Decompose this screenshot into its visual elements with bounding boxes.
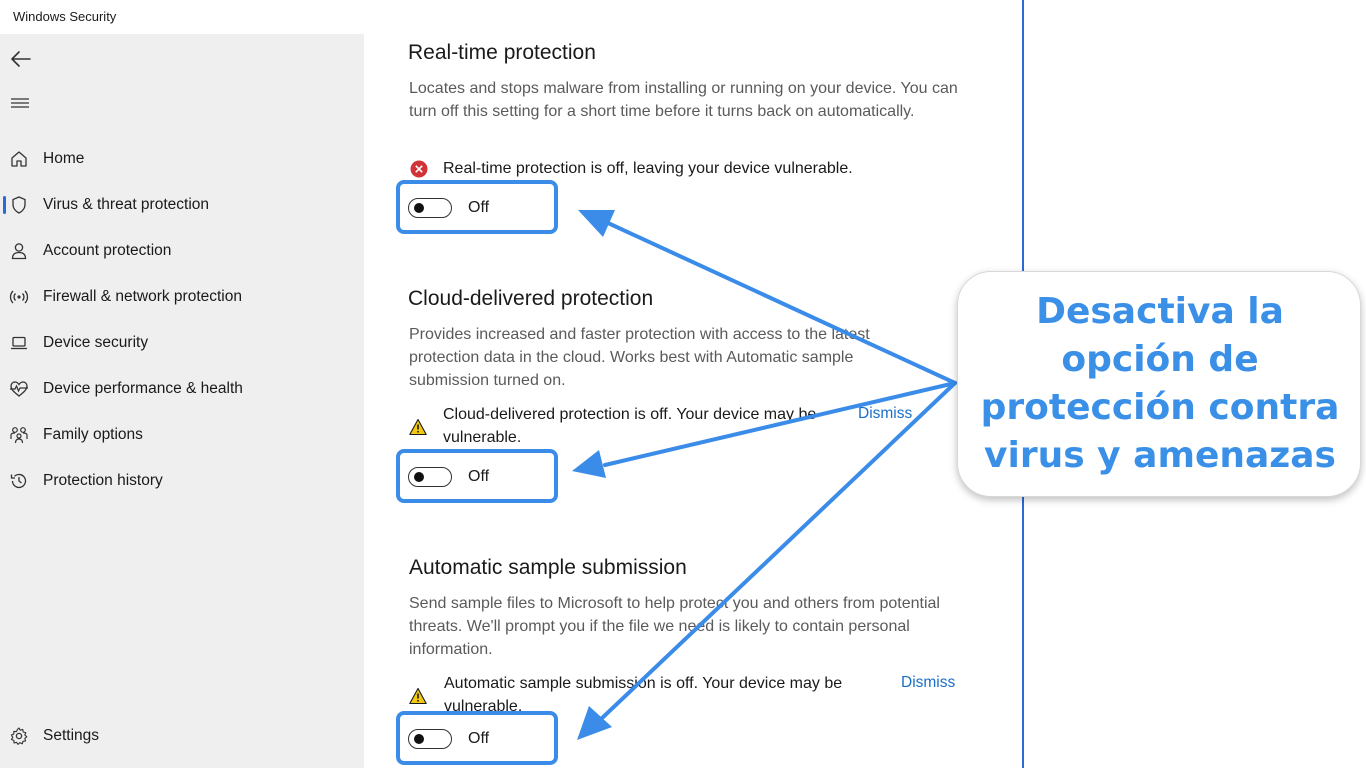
realtime-status: Real-time protection is off, leaving you… — [443, 160, 853, 177]
cloud-description: Provides increased and faster protection… — [409, 326, 870, 389]
gear-icon — [10, 727, 28, 745]
sidebar-item-label: Home — [43, 150, 85, 167]
annotation-callout: Desactiva la opción de protección contra… — [957, 271, 1361, 497]
history-icon — [10, 473, 27, 489]
sidebar-item-settings[interactable]: Settings — [0, 716, 364, 756]
active-indicator — [3, 196, 6, 214]
warning-icon — [409, 687, 427, 705]
wifi-antenna-icon — [9, 290, 29, 304]
cloud-toggle-group: Off — [396, 449, 564, 505]
callout-text: Desactiva la opción de protección contra… — [980, 291, 1340, 476]
realtime-title: Real-time protection — [408, 41, 596, 64]
family-icon — [10, 427, 28, 444]
app-title: Windows Security — [13, 9, 117, 24]
cloud-dismiss-link[interactable]: Dismiss — [858, 405, 912, 423]
realtime-description: Locates and stops malware from installin… — [409, 80, 958, 120]
back-arrow-icon — [11, 51, 31, 67]
realtime-toggle-label: Off — [468, 199, 490, 216]
person-icon — [11, 243, 27, 260]
sidebar-item-label: Virus & threat protection — [43, 196, 209, 213]
cloud-status: Cloud-delivered protection is off. Your … — [443, 406, 817, 446]
sample-description: Send sample files to Microsoft to help p… — [409, 595, 940, 658]
sidebar-item-label: Device security — [43, 334, 149, 351]
toggle-knob — [414, 203, 424, 213]
sidebar-item-label: Settings — [43, 727, 100, 744]
error-icon — [410, 160, 428, 178]
realtime-toggle-switch[interactable] — [408, 198, 452, 218]
sidebar-item-protection-history[interactable]: Protection history — [0, 461, 364, 501]
sidebar-item-account[interactable]: Account protection — [0, 231, 364, 271]
toggle-knob — [414, 734, 424, 744]
heart-pulse-icon — [10, 381, 28, 397]
sidebar-item-home[interactable]: Home — [0, 139, 364, 179]
shield-icon — [12, 196, 26, 214]
back-button[interactable] — [8, 46, 34, 72]
sidebar-item-family[interactable]: Family options — [0, 415, 364, 455]
sidebar-item-firewall[interactable]: Firewall & network protection — [0, 277, 364, 317]
sample-dismiss-link[interactable]: Dismiss — [901, 674, 955, 692]
toggle-knob — [414, 472, 424, 482]
cloud-toggle-switch[interactable] — [408, 467, 452, 487]
laptop-icon — [11, 336, 27, 350]
hamburger-menu-button[interactable] — [8, 90, 34, 116]
sample-toggle-group: Off — [396, 711, 564, 767]
sidebar-item-label: Family options — [43, 426, 143, 443]
sidebar-item-device-performance[interactable]: Device performance & health — [0, 369, 364, 409]
cloud-toggle-label: Off — [468, 468, 490, 485]
sidebar-item-virus-threat[interactable]: Virus & threat protection — [0, 185, 364, 225]
warning-icon — [409, 418, 427, 436]
sidebar-item-label: Protection history — [43, 472, 163, 489]
sidebar-item-label: Firewall & network protection — [43, 288, 242, 305]
hamburger-icon — [11, 98, 29, 108]
sample-title: Automatic sample submission — [409, 556, 687, 579]
sample-toggle-switch[interactable] — [408, 729, 452, 749]
sidebar-item-device-security[interactable]: Device security — [0, 323, 364, 363]
sidebar: Home Virus & threat protection Account p… — [0, 34, 364, 768]
cloud-title: Cloud-delivered protection — [408, 287, 654, 310]
sidebar-item-label: Account protection — [43, 242, 172, 259]
realtime-toggle-group: Off — [396, 180, 564, 236]
home-icon — [11, 151, 27, 167]
sample-toggle-label: Off — [468, 730, 490, 747]
sidebar-item-label: Device performance & health — [43, 380, 243, 397]
